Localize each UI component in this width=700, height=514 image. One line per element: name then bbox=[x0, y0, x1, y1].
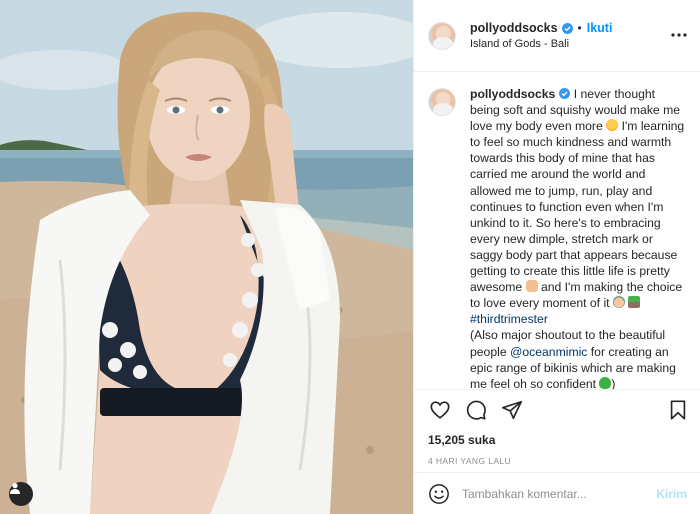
caption-line-6: ) bbox=[611, 376, 616, 390]
emoji-picker-button[interactable] bbox=[428, 483, 450, 505]
flexed-biceps-emoji-icon bbox=[525, 280, 538, 293]
likes-count[interactable]: 15,205 suka bbox=[414, 430, 700, 450]
hashtag-link[interactable]: #thirdtrimester bbox=[470, 312, 548, 326]
verified-badge-icon bbox=[559, 88, 571, 99]
bookmark-icon bbox=[670, 400, 686, 420]
more-options-icon[interactable] bbox=[670, 26, 688, 44]
comment-bar: Kirim bbox=[414, 472, 700, 514]
avatar[interactable] bbox=[428, 21, 456, 50]
user-icon bbox=[10, 483, 20, 494]
header-text: pollyoddsocks • Ikuti Island of Gods - B… bbox=[470, 21, 612, 50]
caption-paragraph-2: (Also major shoutout to the beautiful pe… bbox=[470, 327, 686, 390]
caption-text: pollyoddsocks I never thought being soft… bbox=[470, 86, 686, 390]
like-button[interactable] bbox=[428, 398, 452, 422]
caption-line-2: I'm learning to feel so much kindness an… bbox=[470, 119, 685, 295]
post-image-illustration bbox=[0, 0, 413, 514]
post-side-panel: pollyoddsocks • Ikuti Island of Gods - B… bbox=[413, 0, 700, 514]
comment-icon bbox=[466, 400, 486, 420]
comment-input[interactable] bbox=[462, 486, 657, 501]
location-link[interactable]: Island of Gods - Bali bbox=[470, 38, 612, 50]
separator-dot: • bbox=[577, 21, 582, 35]
caption-avatar[interactable] bbox=[428, 88, 456, 116]
post-comment-button[interactable]: Kirim bbox=[656, 487, 687, 501]
green-heart-emoji-icon bbox=[599, 376, 612, 389]
save-button[interactable] bbox=[666, 398, 690, 422]
verified-badge-icon bbox=[561, 22, 573, 34]
post-timestamp[interactable]: 4 HARI YANG LALU bbox=[414, 456, 700, 470]
palm-tree-emoji-icon bbox=[628, 296, 641, 309]
caption-paragraph: pollyoddsocks I never thought being soft… bbox=[470, 86, 686, 327]
post-image[interactable] bbox=[0, 0, 413, 514]
header-username[interactable]: pollyoddsocks bbox=[470, 21, 558, 35]
heart-icon bbox=[430, 401, 450, 419]
mention-link[interactable]: @oceanmimic bbox=[510, 345, 587, 359]
header-line: pollyoddsocks • Ikuti bbox=[470, 21, 612, 35]
tagged-user-button[interactable] bbox=[9, 482, 33, 506]
baby-emoji-icon bbox=[612, 296, 625, 309]
caption-row: pollyoddsocks I never thought being soft… bbox=[428, 86, 686, 390]
action-bar bbox=[414, 390, 700, 430]
post-header: pollyoddsocks • Ikuti Island of Gods - B… bbox=[414, 0, 700, 72]
caption-area: pollyoddsocks I never thought being soft… bbox=[414, 72, 700, 390]
caption-username[interactable]: pollyoddsocks bbox=[470, 87, 555, 101]
paper-plane-icon bbox=[502, 400, 522, 420]
smiley-face-icon bbox=[429, 483, 449, 504]
comment-button[interactable] bbox=[464, 398, 488, 422]
smiling-face-hearts-emoji-icon bbox=[606, 119, 619, 132]
share-button[interactable] bbox=[500, 398, 524, 422]
follow-button[interactable]: Ikuti bbox=[587, 21, 613, 35]
